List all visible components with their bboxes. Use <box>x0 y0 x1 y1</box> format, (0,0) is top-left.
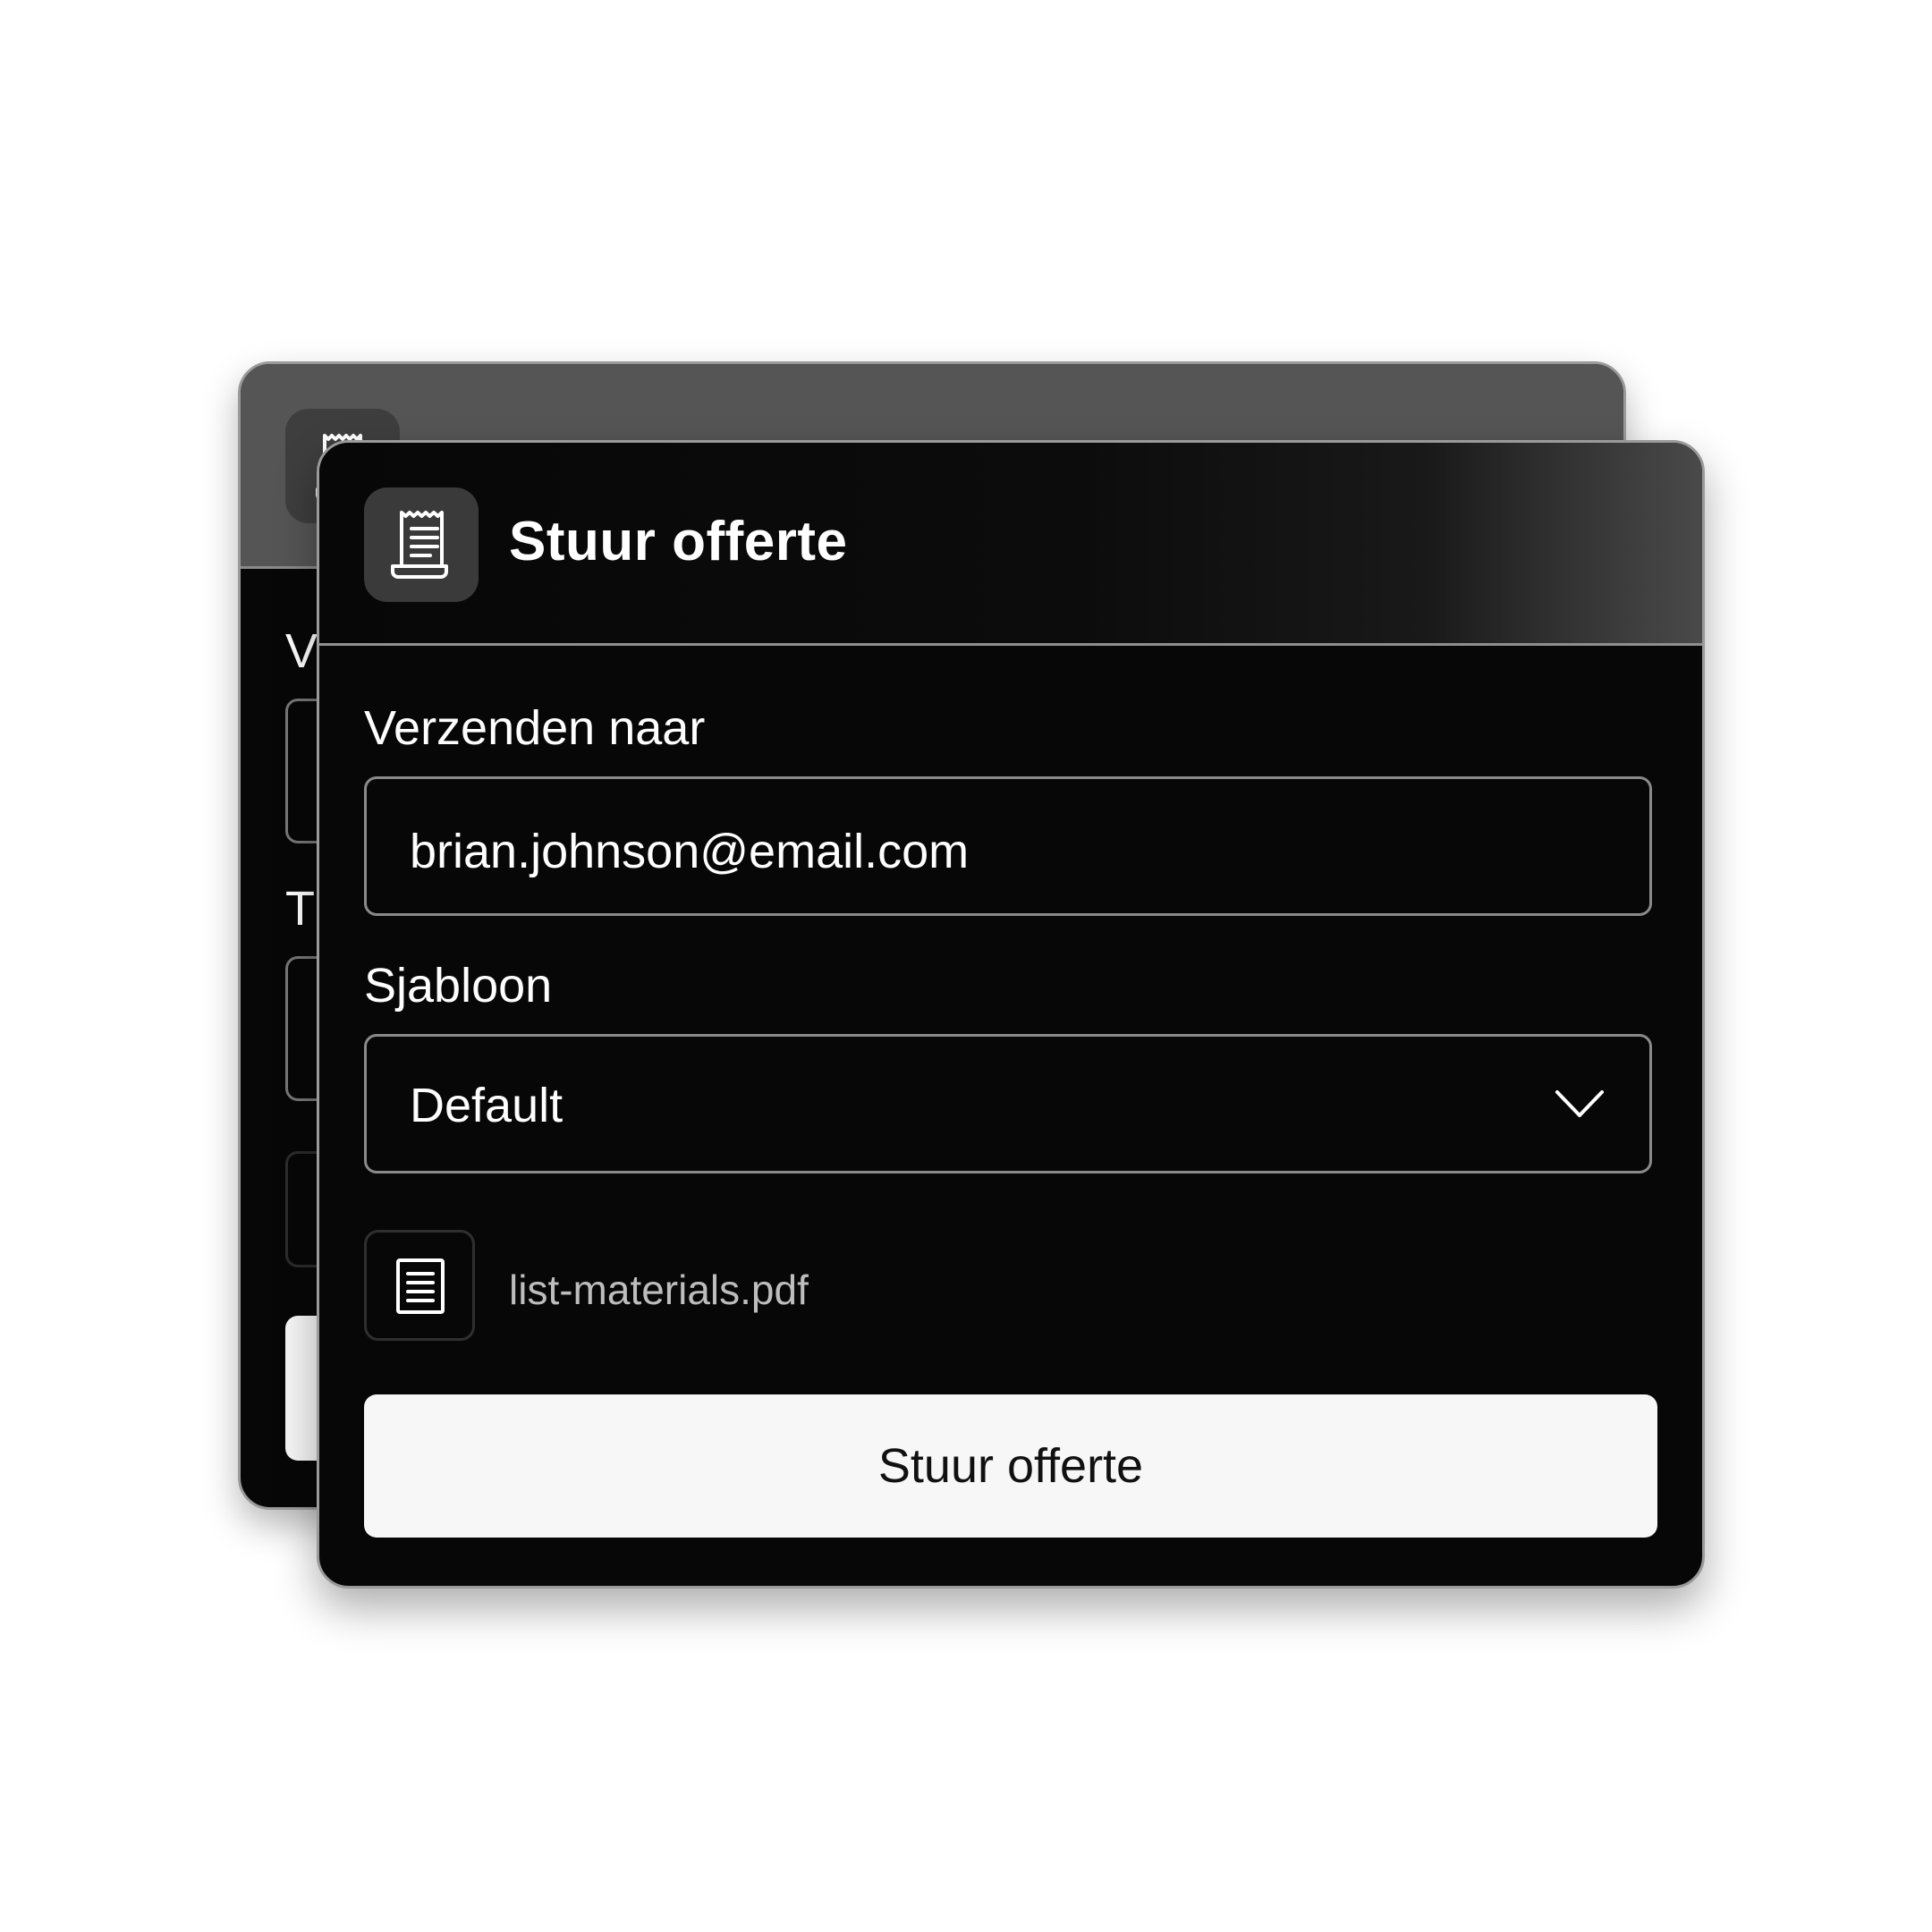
receipt-icon <box>391 511 448 579</box>
background-label-2: T <box>285 882 315 936</box>
template-selected-value: Default <box>410 1079 564 1132</box>
send-quote-dialog: Stuur offerte Verzenden naar Sjabloon De… <box>317 440 1705 1589</box>
attachment-filename[interactable]: list-materials.pdf <box>509 1269 809 1310</box>
dialog-title: Stuur offerte <box>509 511 848 572</box>
document-icon <box>396 1258 445 1314</box>
template-label: Sjabloon <box>364 959 553 1013</box>
template-select[interactable]: Default <box>364 1034 1652 1174</box>
send-quote-button[interactable]: Stuur offerte <box>364 1394 1657 1538</box>
recipient-label: Verzenden naar <box>364 701 706 755</box>
recipient-field[interactable] <box>364 776 1652 916</box>
header-icon-tile <box>364 487 479 602</box>
attachment-tile[interactable] <box>364 1230 475 1341</box>
recipient-input[interactable] <box>410 824 1572 879</box>
chevron-down-icon <box>1555 1090 1604 1117</box>
dialog-header: Stuur offerte <box>319 443 1702 646</box>
stage: V T Stuur offerte Verzenden naar brian.j… <box>0 0 1932 1932</box>
background-label-1: V <box>285 624 318 678</box>
